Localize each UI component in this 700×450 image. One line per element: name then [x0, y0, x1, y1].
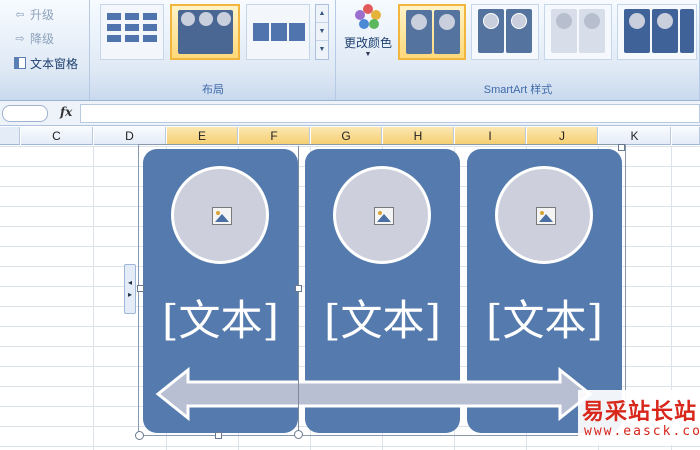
column-header-e[interactable]: E — [167, 127, 238, 145]
name-box[interactable] — [2, 105, 48, 122]
scroll-up-icon[interactable]: ▲ — [316, 5, 328, 23]
text-pane-icon — [14, 57, 26, 69]
color-palette-icon — [355, 4, 381, 30]
picture-placeholder-2[interactable] — [333, 166, 431, 264]
column-header-next[interactable] — [672, 127, 700, 145]
column-header-g[interactable]: G — [311, 127, 382, 145]
resize-handle[interactable] — [135, 431, 144, 440]
column-header-j[interactable]: J — [527, 127, 598, 145]
resize-handle[interactable] — [137, 285, 144, 292]
panel-text-1[interactable]: [文本] — [143, 287, 298, 348]
layouts-gallery-scroller[interactable]: ▲ ▼ ▼ — [315, 4, 329, 60]
fx-icon[interactable]: fx — [60, 105, 72, 119]
change-colors-label: 更改颜色 — [343, 36, 392, 50]
promote-arrow-icon: ⇦ — [15, 8, 25, 21]
style-option-3[interactable] — [544, 4, 612, 60]
column-header-k[interactable]: K — [599, 127, 671, 145]
resize-handle[interactable] — [215, 432, 222, 439]
resize-handle[interactable] — [618, 144, 625, 151]
column-header-i[interactable]: I — [455, 127, 526, 145]
demote-arrow-icon: ⇨ — [15, 32, 25, 45]
resize-handle[interactable] — [294, 430, 303, 439]
watermark-url: www.easck.com — [584, 424, 700, 439]
picture-icon[interactable] — [212, 207, 232, 225]
panel-text-2[interactable]: [文本] — [305, 287, 460, 348]
picture-placeholder-3[interactable] — [495, 166, 593, 264]
change-colors-button[interactable]: 更改颜色 ▼ — [341, 2, 395, 72]
column-header-d[interactable]: D — [94, 127, 166, 145]
scroll-down-icon[interactable]: ▼ — [316, 23, 328, 41]
demote-button[interactable]: ⇨ 降级 — [14, 28, 54, 48]
formula-bar: fx — [0, 101, 700, 126]
double-arrow-shape[interactable] — [140, 364, 600, 424]
create-graphic-group: ⇦ 升级 ⇨ 降级 文本窗格 — [0, 0, 90, 100]
style-option-2[interactable] — [471, 4, 539, 60]
promote-label: 升级 — [30, 7, 55, 22]
picture-icon[interactable] — [536, 207, 556, 225]
layouts-group-label: 布局 — [202, 84, 224, 96]
column-header-c[interactable]: C — [21, 127, 93, 145]
chevron-down-icon: ▼ — [364, 51, 372, 58]
select-all-corner[interactable] — [0, 127, 20, 145]
ribbon: ⇦ 升级 ⇨ 降级 文本窗格 布局 ▲ ▼ ▼ SmartArt 样式 更改颜色… — [0, 0, 700, 101]
gallery-more-icon[interactable]: ▼ — [316, 41, 328, 59]
demote-label: 降级 — [30, 31, 55, 46]
smartart-styles-label: SmartArt 样式 — [483, 84, 553, 96]
text-pane-label: 文本窗格 — [30, 56, 79, 71]
panel-text-3[interactable]: [文本] — [467, 287, 622, 348]
column-header-f[interactable]: F — [239, 127, 310, 145]
column-header-h[interactable]: H — [383, 127, 454, 145]
layout-option-1[interactable] — [100, 4, 164, 60]
style-option-1-selected[interactable] — [398, 4, 466, 60]
site-watermark: 易采站长站 www.easck.com — [578, 390, 700, 445]
resize-handle[interactable] — [295, 285, 302, 292]
picture-placeholder-1[interactable] — [171, 166, 269, 264]
text-pane-toggle[interactable]: ◂ ▸ — [124, 264, 136, 314]
formula-input[interactable] — [80, 104, 700, 123]
promote-button[interactable]: ⇦ 升级 — [14, 4, 54, 24]
layout-option-2-selected[interactable] — [170, 4, 240, 60]
text-pane-button[interactable]: 文本窗格 — [14, 53, 78, 73]
style-option-4[interactable] — [617, 4, 697, 60]
picture-icon[interactable] — [374, 207, 394, 225]
watermark-title: 易采站长站 — [582, 399, 698, 425]
layout-option-3[interactable] — [246, 4, 310, 60]
